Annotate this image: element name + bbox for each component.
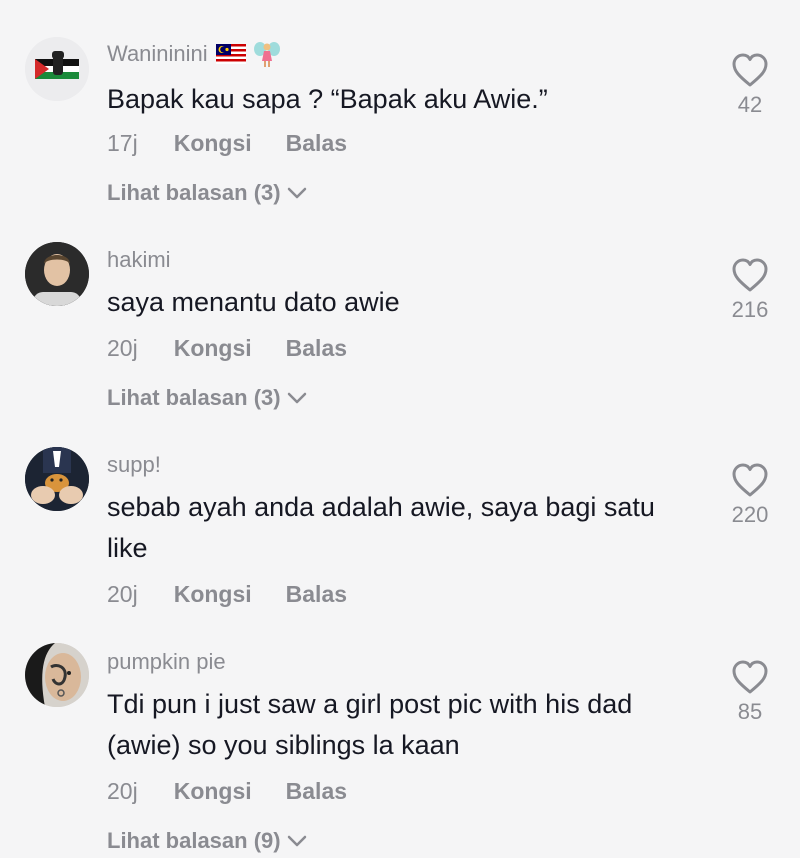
person-photo-icon	[25, 242, 89, 306]
avatar[interactable]	[25, 643, 89, 707]
view-replies-button[interactable]: Lihat balasan (3)	[107, 385, 307, 411]
username[interactable]: supp!	[107, 452, 161, 478]
like-count: 216	[731, 297, 769, 322]
view-replies-button[interactable]: Lihat balasan (3)	[107, 180, 307, 206]
reply-button[interactable]: Balas	[286, 130, 347, 157]
like-button[interactable]: 85	[720, 659, 780, 725]
palestine-flag-fist-icon	[25, 37, 89, 101]
avatar[interactable]	[25, 447, 89, 511]
share-button[interactable]: Kongsi	[174, 130, 252, 157]
comment-meta: 20j Kongsi Balas	[107, 778, 347, 805]
like-button[interactable]: 220	[720, 462, 780, 528]
chevron-down-icon	[287, 835, 306, 847]
comment-meta: 17j Kongsi Balas	[107, 130, 347, 157]
comment-text: Tdi pun i just saw a girl post pic with …	[107, 689, 633, 760]
heart-icon	[732, 660, 768, 694]
chevron-down-icon	[287, 187, 306, 199]
share-button[interactable]: Kongsi	[174, 778, 252, 805]
hands-holding-pet-icon	[25, 447, 89, 511]
like-button[interactable]: 42	[720, 52, 780, 118]
like-count: 42	[737, 92, 763, 117]
like-count: 85	[737, 699, 763, 724]
avatar[interactable]	[25, 37, 89, 101]
chevron-down-icon	[287, 392, 306, 404]
comment-meta: 20j Kongsi Balas	[107, 335, 347, 362]
avatar[interactable]	[25, 242, 89, 306]
tattooed-face-icon	[25, 643, 89, 707]
heart-icon	[732, 463, 768, 497]
reply-button[interactable]: Balas	[286, 581, 347, 608]
like-count: 220	[731, 502, 769, 527]
username[interactable]: pumpkin pie	[107, 649, 226, 675]
view-replies-button[interactable]: Lihat balasan (9)	[107, 828, 307, 854]
fairy-icon	[253, 42, 280, 67]
malaysia-flag-icon	[215, 44, 246, 64]
timestamp: 17j	[107, 130, 138, 156]
share-button[interactable]: Kongsi	[174, 335, 252, 362]
comment-meta: 20j Kongsi Balas	[107, 581, 347, 608]
comment-text: sebab ayah anda adalah awie, saya bagi s…	[107, 492, 655, 563]
like-button[interactable]: 216	[720, 257, 780, 323]
reply-button[interactable]: Balas	[286, 335, 347, 362]
heart-icon	[732, 53, 768, 87]
comment-text: saya menantu dato awie	[107, 287, 400, 317]
timestamp: 20j	[107, 581, 138, 607]
heart-icon	[732, 258, 768, 292]
timestamp: 20j	[107, 778, 138, 804]
reply-button[interactable]: Balas	[286, 778, 347, 805]
username[interactable]: hakimi	[107, 247, 171, 273]
username[interactable]: Wanininini	[107, 40, 280, 68]
comment-text: Bapak kau sapa ? “Bapak aku Awie.”	[107, 84, 548, 114]
timestamp: 20j	[107, 335, 138, 361]
share-button[interactable]: Kongsi	[174, 581, 252, 608]
